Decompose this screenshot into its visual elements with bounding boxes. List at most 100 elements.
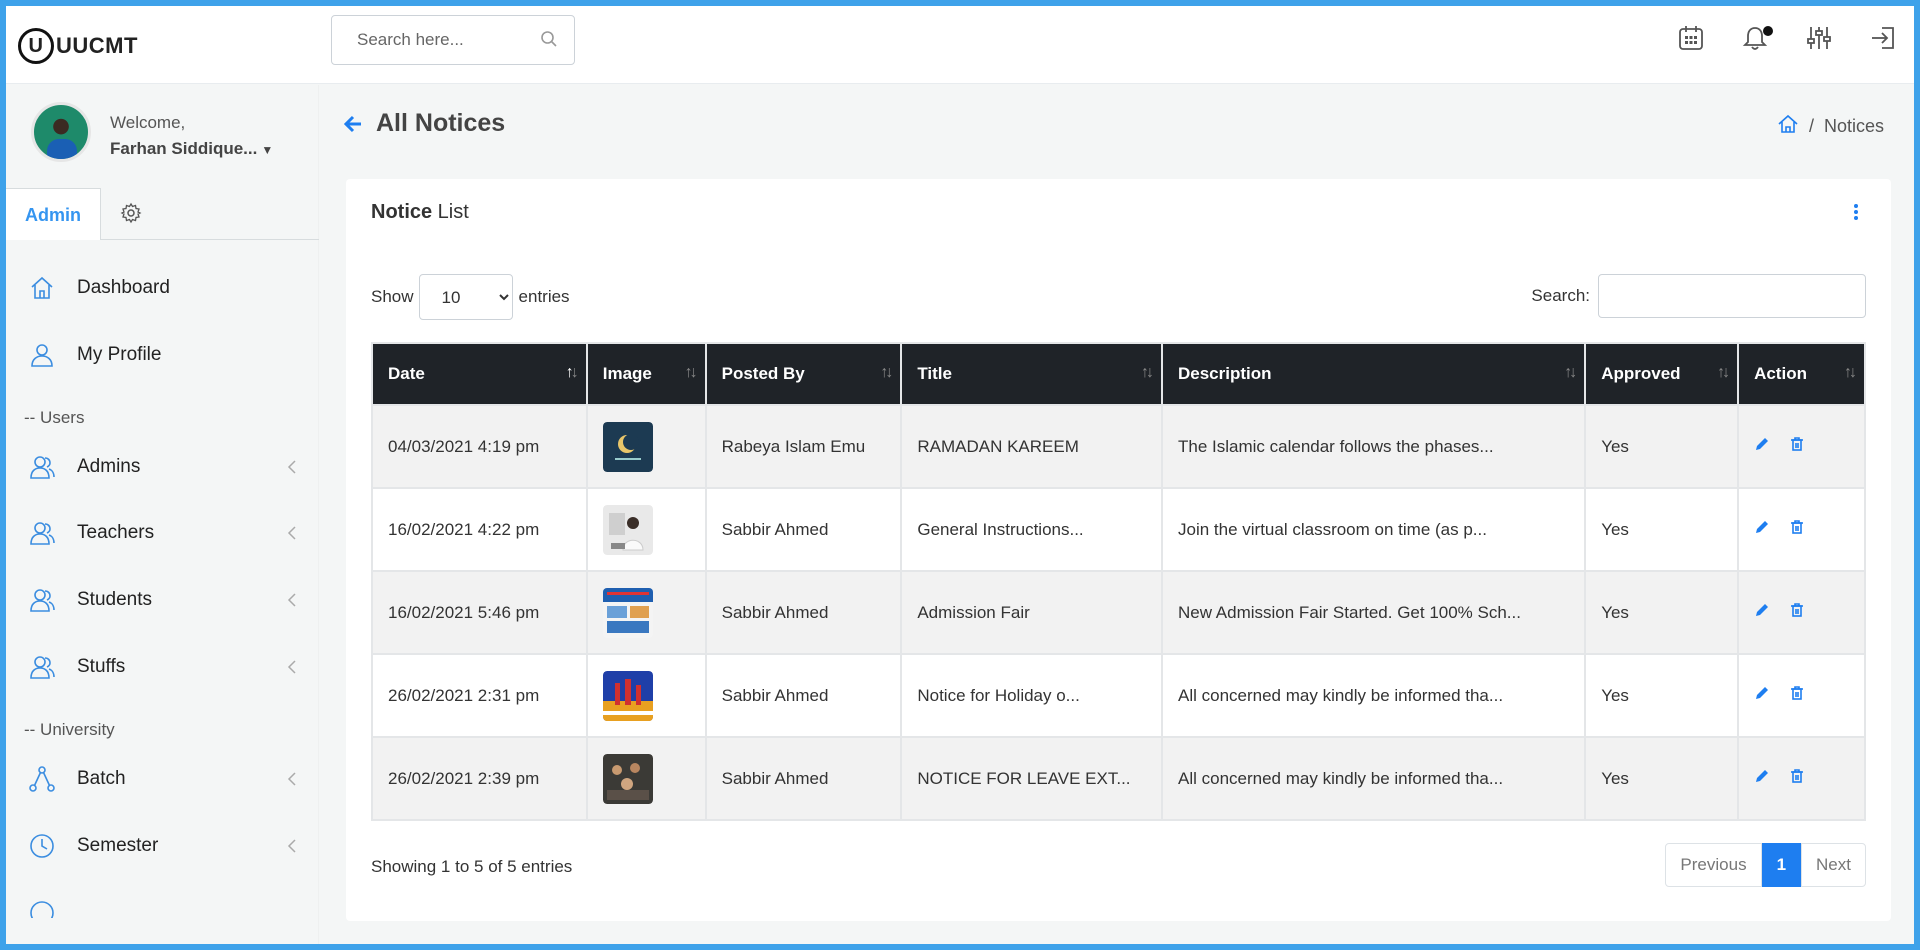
sort-icon: ↑↓	[684, 364, 698, 381]
users-icon	[28, 453, 56, 481]
user-menu[interactable]: Farhan Siddique... ▼	[110, 139, 273, 159]
gear-icon[interactable]	[120, 202, 146, 228]
sidebar-item-teachers[interactable]: Teachers	[6, 508, 319, 558]
sidebar-item-label: Students	[77, 589, 152, 610]
cell-title: Notice for Holiday o...	[900, 653, 1163, 738]
trash-icon[interactable]	[1789, 602, 1805, 623]
cell-posted-by: Sabbir Ahmed	[704, 570, 903, 655]
holiday-thumbnail[interactable]	[602, 670, 653, 721]
sidebar-item-stuffs[interactable]: Stuffs	[6, 642, 319, 692]
column-header-image[interactable]: Image ↑↓	[585, 342, 707, 406]
top-bar: U UUCMT	[6, 6, 1914, 84]
sidebar-item-admins[interactable]: Admins	[6, 442, 319, 492]
edit-icon[interactable]	[1754, 602, 1770, 623]
trash-icon[interactable]	[1789, 519, 1805, 540]
network-icon	[28, 765, 56, 793]
cell-approved: Yes	[1584, 404, 1740, 489]
table-row: 26/02/2021 2:31 pm Sabbir Ahmed Notice f…	[371, 653, 1866, 738]
home-icon[interactable]	[1777, 113, 1799, 140]
cell-title: Admission Fair	[900, 570, 1163, 655]
cell-image	[585, 736, 707, 821]
search-icon[interactable]	[540, 30, 558, 53]
table-search: Search:	[1531, 274, 1866, 318]
edit-icon[interactable]	[1754, 436, 1770, 457]
trash-icon[interactable]	[1789, 685, 1805, 706]
bell-icon[interactable]	[1741, 24, 1775, 58]
column-header-label: Image	[602, 364, 652, 383]
classroom-thumbnail[interactable]	[602, 504, 653, 555]
cell-title: NOTICE FOR LEAVE EXT...	[900, 736, 1163, 821]
sidebar-item-partial[interactable]	[6, 888, 319, 918]
cell-action	[1737, 570, 1866, 655]
sliders-icon[interactable]	[1805, 24, 1839, 58]
cell-approved: Yes	[1584, 570, 1740, 655]
users-icon	[28, 586, 56, 614]
edit-icon[interactable]	[1754, 685, 1770, 706]
caret-down-icon: ▼	[261, 143, 274, 157]
trash-icon[interactable]	[1789, 436, 1805, 457]
app-logo[interactable]: U UUCMT	[18, 28, 138, 64]
cell-posted-by: Sabbir Ahmed	[704, 736, 903, 821]
column-header-action[interactable]: Action ↑↓	[1737, 342, 1866, 406]
column-header-label: Description	[1178, 364, 1272, 383]
cell-posted-by: Rabeya Islam Emu	[704, 404, 903, 489]
logout-icon[interactable]	[1869, 24, 1903, 58]
logo-mark: U	[18, 28, 54, 64]
column-header-description[interactable]: Description ↑↓	[1160, 342, 1587, 406]
sidebar-item-semester[interactable]: Semester	[6, 821, 319, 871]
cell-image	[585, 404, 707, 489]
admission-fair-thumbnail[interactable]	[602, 587, 653, 638]
page-1-button[interactable]: 1	[1761, 843, 1802, 887]
column-header-label: Approved	[1601, 364, 1681, 383]
global-search-input[interactable]	[332, 16, 532, 64]
list-icon	[28, 899, 56, 918]
table-row: 04/03/2021 4:19 pm Rabeya Islam Emu RAMA…	[371, 404, 1866, 489]
trash-icon[interactable]	[1789, 768, 1805, 789]
sidebar-item-dashboard[interactable]: Dashboard	[6, 263, 319, 313]
sidebar-item-label: My Profile	[77, 344, 162, 365]
home-icon	[28, 274, 56, 302]
users-icon	[28, 653, 56, 681]
cell-approved: Yes	[1584, 487, 1740, 572]
sidebar: Welcome, Farhan Siddique... ▼ Admin Dashb…	[6, 85, 319, 944]
more-vertical-icon[interactable]	[1853, 203, 1863, 223]
previous-button[interactable]: Previous	[1665, 843, 1762, 887]
column-header-title[interactable]: Title ↑↓	[900, 342, 1163, 406]
chevron-left-icon	[287, 771, 301, 787]
table-row: 16/02/2021 5:46 pm Sabbir Ahmed Admissio…	[371, 570, 1866, 655]
next-button[interactable]: Next	[1801, 843, 1866, 887]
user-block: Welcome, Farhan Siddique... ▼	[6, 85, 319, 187]
sort-icon: ↑↓	[1141, 364, 1154, 381]
pagination: Previous 1 Next	[1665, 843, 1866, 887]
chevron-left-icon	[287, 459, 301, 475]
column-header-label: Posted By	[721, 364, 805, 383]
column-header-posted-by[interactable]: Posted By ↑↓	[704, 342, 903, 406]
sidebar-item-label: Stuffs	[77, 656, 126, 677]
table-header-row: Date ↑↓ Image ↑↓ Posted By ↑↓ Title ↑↓ Descr…	[371, 342, 1866, 406]
sidebar-item-label: Dashboard	[77, 277, 170, 298]
leave-thumbnail[interactable]	[602, 753, 653, 804]
arrow-left-icon[interactable]	[343, 115, 364, 135]
column-header-approved[interactable]: Approved ↑↓	[1584, 342, 1740, 406]
tab-admin[interactable]: Admin	[6, 188, 101, 240]
avatar[interactable]	[31, 102, 91, 162]
table-search-input[interactable]	[1598, 274, 1866, 318]
calendar-icon[interactable]	[1677, 24, 1711, 58]
main-content: All Notices / Notices Notice List Show 1…	[319, 85, 1914, 944]
cell-action	[1737, 653, 1866, 738]
sidebar-item-label: Semester	[77, 835, 159, 856]
sidebar-item-students[interactable]: Students	[6, 575, 319, 625]
section-users: -- Users	[24, 408, 85, 427]
edit-icon[interactable]	[1754, 768, 1770, 789]
chevron-left-icon	[287, 838, 301, 854]
breadcrumb-current: Notices	[1823, 116, 1884, 136]
ramadan-thumbnail[interactable]	[602, 421, 653, 472]
edit-icon[interactable]	[1754, 519, 1770, 540]
page-size-select[interactable]: 10	[418, 274, 513, 320]
users-icon	[28, 519, 56, 547]
user-name: Farhan Siddique...	[110, 139, 258, 158]
column-header-date[interactable]: Date ↑↓	[371, 342, 588, 406]
sidebar-item-my-profile[interactable]: My Profile	[6, 330, 319, 380]
sidebar-item-batch[interactable]: Batch	[6, 754, 319, 804]
page-size-control: Show 10 entries	[371, 274, 570, 320]
